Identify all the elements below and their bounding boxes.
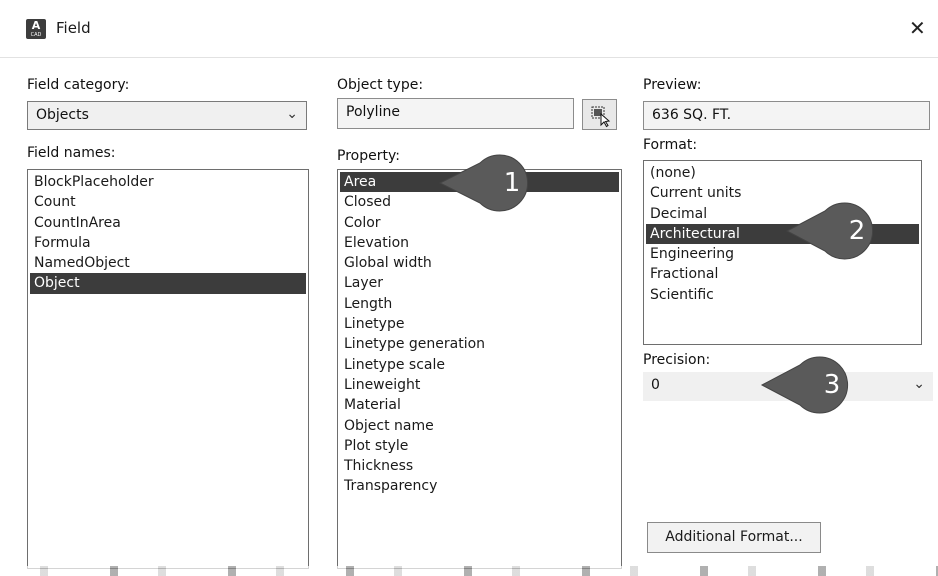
callout-number: 3	[823, 370, 841, 400]
property-list[interactable]: Area Closed Color Elevation Global width Laye…	[337, 169, 622, 569]
list-item[interactable]: Color	[340, 213, 619, 233]
precision-label: Precision:	[643, 352, 711, 368]
property-label: Property:	[337, 148, 400, 164]
field-category-label: Field category:	[27, 77, 130, 93]
precision-value: 0	[651, 377, 660, 393]
list-item[interactable]: BlockPlaceholder	[30, 172, 306, 192]
object-type-field: Polyline	[337, 98, 574, 129]
list-item[interactable]: Linetype	[340, 314, 619, 334]
list-item[interactable]: CountInArea	[30, 213, 306, 233]
select-objects-icon	[591, 106, 611, 128]
preview-label: Preview:	[643, 77, 702, 93]
format-label: Format:	[643, 137, 698, 153]
list-item[interactable]: Lineweight	[340, 375, 619, 395]
callout-badge-1: 1	[438, 154, 540, 212]
list-item[interactable]: Thickness	[340, 456, 619, 476]
list-item[interactable]: Transparency	[340, 476, 619, 496]
cropped-edge	[0, 566, 938, 576]
list-item[interactable]: Count	[30, 192, 306, 212]
list-item[interactable]: Current units	[646, 183, 919, 203]
additional-format-button[interactable]: Additional Format...	[647, 522, 821, 553]
autocad-app-icon: A CAD	[26, 19, 46, 39]
list-item[interactable]: Fractional	[646, 264, 919, 284]
list-item[interactable]: Layer	[340, 273, 619, 293]
list-item[interactable]: Plot style	[340, 436, 619, 456]
field-names-list[interactable]: BlockPlaceholder Count CountInArea Formula N…	[27, 169, 309, 569]
list-item[interactable]: Object	[30, 273, 306, 294]
list-item[interactable]: Global width	[340, 253, 619, 273]
list-item[interactable]: Object name	[340, 416, 619, 436]
list-item[interactable]: (none)	[646, 163, 919, 183]
callout-number: 1	[503, 168, 521, 198]
preview-field: 636 SQ. FT.	[643, 101, 930, 130]
callout-badge-2: 2	[785, 202, 885, 260]
chevron-down-icon: ⌄	[913, 376, 925, 392]
list-item[interactable]: Length	[340, 294, 619, 314]
list-item[interactable]: Linetype scale	[340, 355, 619, 375]
list-item[interactable]: Scientific	[646, 285, 919, 305]
field-category-value: Objects	[36, 107, 89, 123]
callout-number: 2	[848, 216, 866, 246]
list-item[interactable]: Formula	[30, 233, 306, 253]
list-item[interactable]: NamedObject	[30, 253, 306, 273]
chevron-down-icon: ⌄	[286, 106, 298, 122]
list-item[interactable]: Material	[340, 395, 619, 415]
callout-badge-3: 3	[760, 356, 860, 414]
select-objects-button[interactable]	[582, 99, 617, 130]
list-item[interactable]: Elevation	[340, 233, 619, 253]
field-names-label: Field names:	[27, 145, 116, 161]
window-title: Field	[56, 19, 91, 37]
list-item[interactable]: Linetype generation	[340, 334, 619, 354]
title-bar: A CAD Field ✕	[0, 0, 938, 58]
field-category-select[interactable]: Objects ⌄	[27, 101, 307, 130]
close-icon[interactable]: ✕	[909, 17, 926, 39]
object-type-label: Object type:	[337, 77, 424, 93]
